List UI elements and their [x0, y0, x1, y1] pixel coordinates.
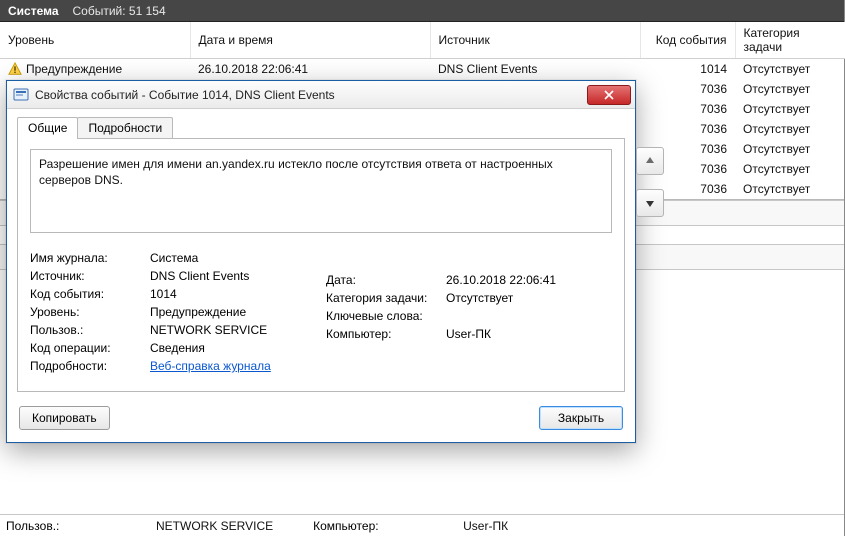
close-button[interactable] [587, 85, 631, 105]
tab-underline [17, 138, 625, 139]
fields-right: Дата:26.10.2018 22:06:41 Категория задач… [326, 247, 612, 377]
prev-event-button[interactable] [636, 147, 664, 175]
cell-task: Отсутствует [735, 159, 845, 179]
cell-task: Отсутствует [735, 139, 845, 159]
web-help-link[interactable]: Веб-справка журнала [150, 359, 271, 373]
tabs: Общие Подробности [17, 115, 625, 139]
tab-panel-general: Разрешение имен для имени an.yandex.ru и… [17, 139, 625, 392]
cell-code: 1014 [640, 59, 735, 80]
peek-user-label: Пользов.: [6, 519, 116, 533]
log-title: Система [8, 0, 59, 21]
col-task[interactable]: Категория задачи [735, 22, 845, 59]
dialog-title: Свойства событий - Событие 1014, DNS Cli… [35, 88, 587, 102]
col-source[interactable]: Источник [430, 22, 640, 59]
source-label: Источник: [30, 269, 150, 283]
close-dialog-button[interactable]: Закрыть [539, 406, 623, 430]
more-label: Подробности: [30, 359, 150, 373]
level-value: Предупреждение [150, 305, 316, 319]
dialog-titlebar[interactable]: Свойства событий - Событие 1014, DNS Cli… [7, 81, 635, 109]
code-label: Код события: [30, 287, 150, 301]
detail-peek-row: Пользов.: NETWORK SERVICE Компьютер: Use… [0, 514, 844, 536]
cell-code: 7036 [640, 79, 735, 99]
op-label: Код операции: [30, 341, 150, 355]
fields-left: Имя журнала:Система Источник:DNS Client … [30, 247, 316, 377]
events-count: Событий: 51 154 [73, 0, 166, 21]
tab-details[interactable]: Подробности [77, 117, 173, 139]
cell-code: 7036 [640, 119, 735, 139]
event-description[interactable]: Разрешение имен для имени an.yandex.ru и… [30, 149, 612, 233]
arrow-down-icon [644, 197, 656, 209]
date-value: 26.10.2018 22:06:41 [446, 273, 612, 287]
task-value: Отсутствует [446, 291, 612, 305]
cell-source: DNS Client Events [430, 59, 640, 80]
warning-icon [8, 62, 22, 76]
cell-level: Предупреждение [26, 62, 122, 76]
cell-code: 7036 [640, 99, 735, 119]
event-properties-dialog: Свойства событий - Событие 1014, DNS Cli… [6, 80, 636, 443]
cell-task: Отсутствует [735, 119, 845, 139]
code-value: 1014 [150, 287, 316, 301]
app-icon [13, 87, 29, 103]
copy-button[interactable]: Копировать [19, 406, 110, 430]
cell-task: Отсутствует [735, 59, 845, 80]
arrow-up-icon [644, 155, 656, 167]
peek-computer-label: Компьютер: [313, 519, 423, 533]
cell-task: Отсутствует [735, 179, 845, 199]
col-code[interactable]: Код события [640, 22, 735, 59]
col-datetime[interactable]: Дата и время [190, 22, 430, 59]
level-label: Уровень: [30, 305, 150, 319]
user-label: Пользов.: [30, 323, 150, 337]
peek-user-value: NETWORK SERVICE [156, 519, 273, 533]
computer-label: Компьютер: [326, 327, 446, 341]
col-level[interactable]: Уровень [0, 22, 190, 59]
keywords-label: Ключевые слова: [326, 309, 446, 323]
log-header: Система Событий: 51 154 [0, 0, 844, 22]
table-row[interactable]: Предупреждение 26.10.2018 22:06:41DNS Cli… [0, 59, 845, 80]
source-value: DNS Client Events [150, 269, 316, 283]
date-label: Дата: [326, 273, 446, 287]
task-label: Категория задачи: [326, 291, 446, 305]
peek-computer-value: User-ПК [463, 519, 508, 533]
tab-general[interactable]: Общие [17, 117, 78, 139]
close-icon [604, 90, 614, 100]
cell-task: Отсутствует [735, 79, 845, 99]
log-value: Система [150, 251, 316, 265]
dialog-footer: Копировать Закрыть [17, 406, 625, 430]
cell-task: Отсутствует [735, 99, 845, 119]
user-value: NETWORK SERVICE [150, 323, 316, 337]
table-header-row: Уровень Дата и время Источник Код событи… [0, 22, 845, 59]
log-label: Имя журнала: [30, 251, 150, 265]
cell-datetime: 26.10.2018 22:06:41 [190, 59, 430, 80]
next-event-button[interactable] [636, 189, 664, 217]
keywords-value [446, 309, 612, 323]
op-value: Сведения [150, 341, 316, 355]
computer-value: User-ПК [446, 327, 612, 341]
